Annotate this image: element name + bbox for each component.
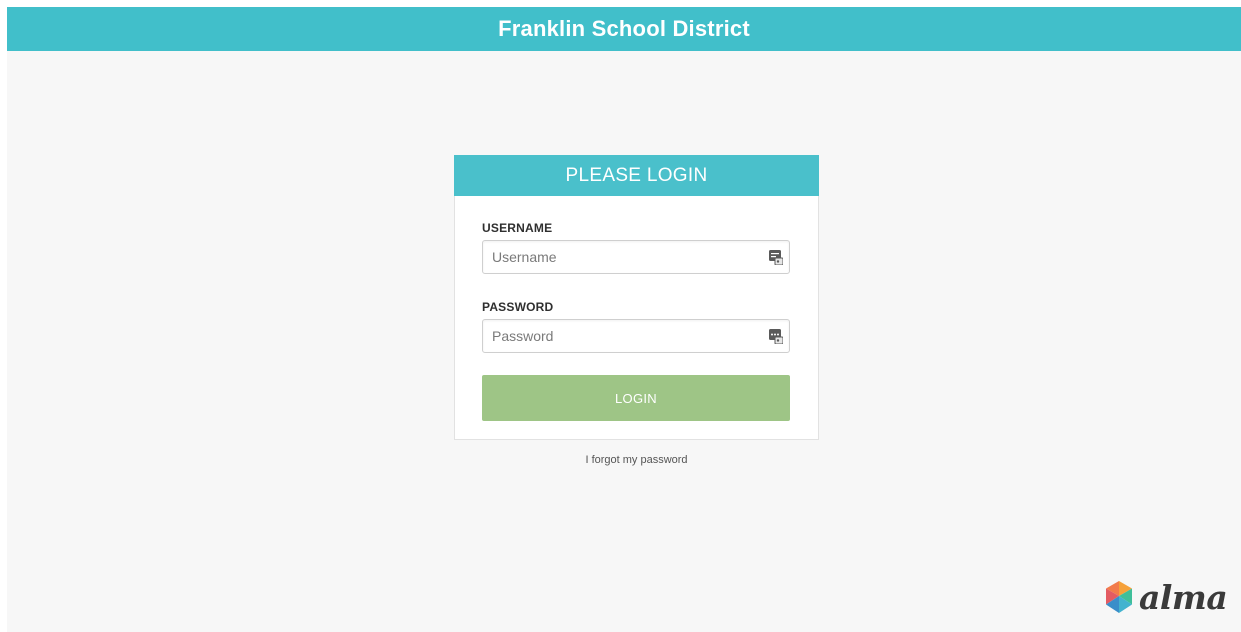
alma-wordmark: alma	[1139, 577, 1228, 617]
keychain-autofill-icon[interactable]	[769, 329, 783, 344]
username-input[interactable]	[483, 241, 752, 273]
username-label: USERNAME	[482, 221, 553, 235]
login-heading: PLEASE LOGIN	[565, 164, 708, 186]
keychain-autofill-icon[interactable]	[769, 250, 783, 265]
password-input[interactable]	[483, 320, 752, 352]
username-field-box	[482, 240, 790, 274]
login-card: PLEASE LOGIN USERNAME PASSWORD	[454, 155, 819, 440]
alma-hexagon-logo-icon	[1106, 581, 1132, 613]
password-label: PASSWORD	[482, 300, 554, 314]
district-title: Franklin School District	[498, 16, 750, 41]
top-bar: Franklin School District	[7, 7, 1241, 51]
alma-logo: alma	[1104, 577, 1228, 617]
login-button[interactable]: LOGIN	[482, 375, 790, 421]
login-page: Franklin School District PLEASE LOGIN US…	[7, 7, 1241, 632]
login-card-header: PLEASE LOGIN	[454, 155, 819, 196]
password-field-box	[482, 319, 790, 353]
forgot-password-link[interactable]: I forgot my password	[454, 454, 819, 466]
